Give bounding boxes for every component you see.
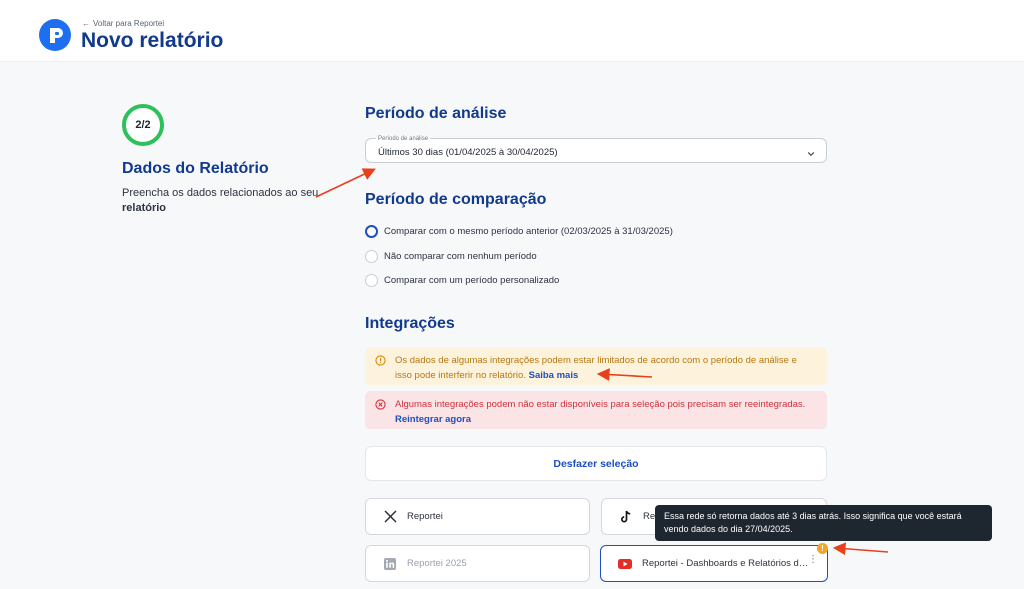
page: ← Voltar para Reportei Novo relatório 2/2… — [0, 0, 1024, 589]
learn-more-link[interactable]: Saiba mais — [529, 370, 579, 381]
comparison-period-title: Período de comparação — [365, 191, 547, 208]
step-counter: 2/2 — [135, 119, 151, 131]
radio-label: Não comparar com nenhum período — [384, 250, 537, 262]
radio-label: Comparar com o mesmo período anterior (0… — [384, 225, 673, 237]
analysis-period-value: Últimos 30 dias (01/04/2025 à 30/04/2025… — [378, 147, 558, 158]
data-limit-tooltip: Essa rede só retorna dados até 3 dias at… — [655, 505, 992, 541]
radio-label: Comparar com um período personalizado — [384, 274, 560, 286]
warning-alert: Os dados de algumas integrações podem es… — [365, 347, 827, 385]
tiktok-icon — [618, 509, 634, 525]
integrations-title: Integrações — [365, 315, 455, 332]
radio-button-checked[interactable] — [365, 224, 378, 238]
top-header: ← Voltar para Reportei Novo relatório — [0, 0, 1024, 62]
analysis-period-title: Período de análise — [365, 105, 507, 122]
step-title: Dados do Relatório — [122, 160, 269, 177]
x-twitter-icon — [382, 509, 398, 525]
back-link-label: Voltar para Reportei — [93, 19, 165, 28]
error-alert: Algumas integrações podem não estar disp… — [365, 391, 827, 429]
youtube-icon — [617, 556, 633, 572]
error-circle-icon — [375, 399, 386, 415]
more-options-icon[interactable]: ⋮ — [808, 555, 818, 565]
analysis-period-field-label: Período de análise — [376, 136, 431, 142]
integration-card-label: Reportei 2025 — [407, 558, 467, 569]
step-description-bold: relatório — [122, 202, 167, 214]
reintegrate-now-link[interactable]: Reintegrar agora — [395, 414, 471, 425]
step-progress-circle: 2/2 — [122, 104, 164, 146]
integration-card-linkedin[interactable]: Reportei 2025 — [365, 545, 590, 582]
annotation-arrow-warning-badge — [832, 542, 889, 556]
warning-circle-icon — [375, 355, 386, 371]
linkedin-icon — [382, 556, 398, 572]
chevron-down-icon — [806, 146, 816, 164]
radio-button[interactable] — [365, 249, 378, 263]
radio-compare-previous[interactable]: Comparar com o mesmo período anterior (0… — [365, 223, 673, 239]
reportei-logo[interactable] — [39, 19, 71, 51]
undo-selection-button[interactable]: Desfazer seleção — [365, 446, 827, 481]
integration-card-label: Re — [643, 511, 656, 522]
step-description: Preencha os dados relacionados ao seu re… — [122, 186, 332, 216]
analysis-period-select[interactable]: Período de análise Últimos 30 dias (01/0… — [365, 136, 827, 164]
integration-card-label: Reportei — [407, 511, 443, 522]
arrow-left-icon: ← — [82, 19, 90, 28]
integration-card-youtube[interactable]: Reportei - Dashboards e Relatórios de...… — [600, 545, 828, 582]
warning-text: Os dados de algumas integrações podem es… — [395, 355, 797, 381]
warning-badge-icon[interactable]: ! — [817, 543, 828, 554]
back-to-reportei-link[interactable]: ← Voltar para Reportei — [82, 19, 164, 28]
radio-custom-period[interactable]: Comparar com um período personalizado — [365, 272, 559, 288]
error-text: Algumas integrações podem não estar disp… — [395, 399, 806, 410]
integration-card-x[interactable]: Reportei — [365, 498, 590, 535]
page-title: Novo relatório — [81, 29, 224, 52]
integration-card-label: Reportei - Dashboards e Relatórios de... — [642, 558, 812, 569]
step-description-text: Preencha os dados relacionados ao seu — [122, 187, 319, 199]
radio-no-comparison[interactable]: Não comparar com nenhum período — [365, 248, 537, 264]
radio-button[interactable] — [365, 273, 378, 287]
